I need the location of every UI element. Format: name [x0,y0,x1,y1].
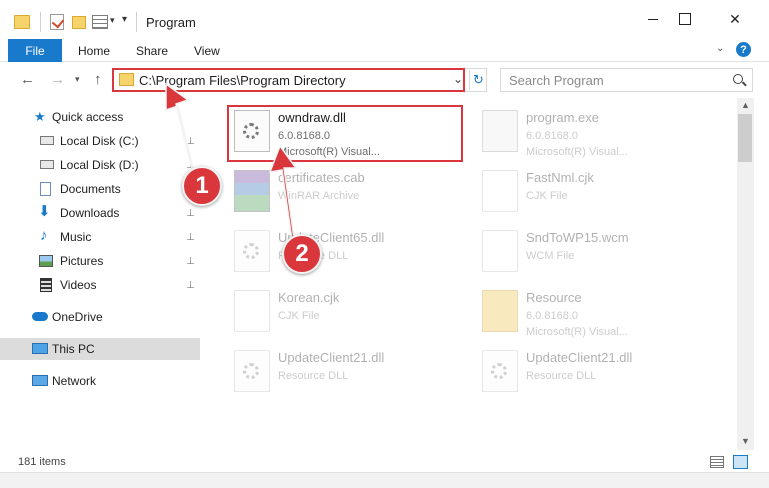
arrow-2-icon [268,144,305,241]
annotation-badge-2: 2 [282,234,322,274]
annotation-arrows [165,82,305,241]
annotation-badge-1: 1 [182,166,222,206]
